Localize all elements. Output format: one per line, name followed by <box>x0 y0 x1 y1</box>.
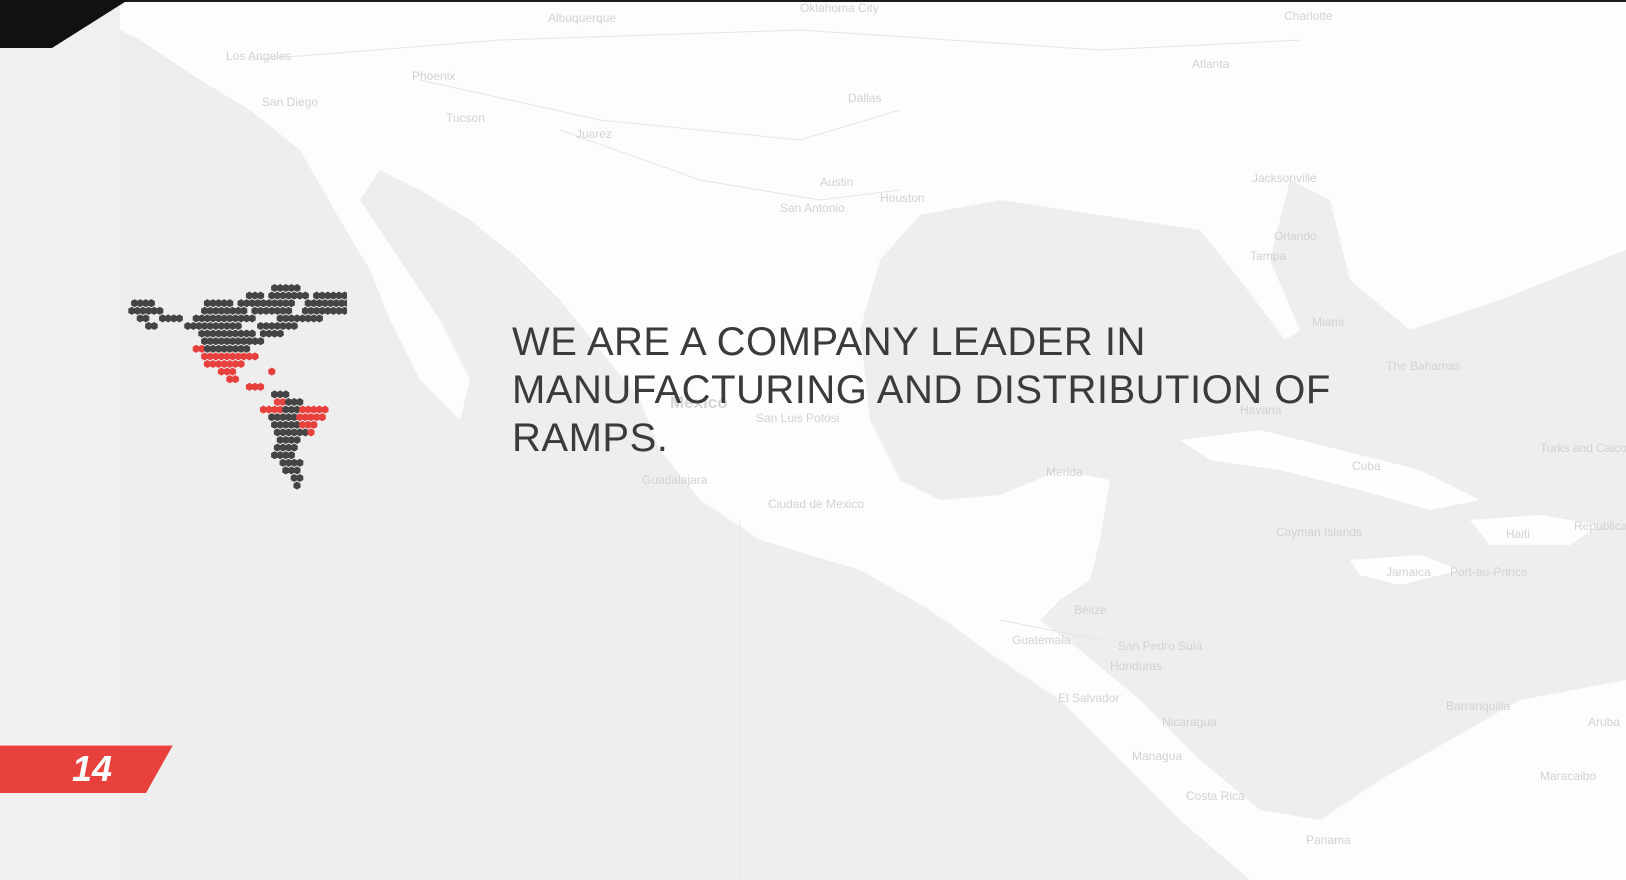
hex-cell-dark <box>341 306 347 315</box>
map-label: Jamaica <box>1386 565 1431 579</box>
hex-cell-dark <box>293 435 301 445</box>
map-label: Turks and Caicos Islands <box>1540 441 1626 455</box>
map-label: Dallas <box>848 91 882 105</box>
hex-cell-dark <box>290 443 298 452</box>
hex-cell-red <box>321 405 329 414</box>
hex-cell-red <box>310 420 318 429</box>
map-label: Honduras <box>1110 659 1163 673</box>
hex-cell-dark <box>287 451 295 460</box>
map-label: Austin <box>820 175 854 189</box>
hex-cell-red <box>231 375 239 384</box>
hex-cell-red <box>257 382 265 391</box>
hex-cell-dark <box>257 337 265 346</box>
hex-cell-red <box>318 413 326 422</box>
map-label: Los Angeles <box>226 49 292 63</box>
hex-cell-dark <box>243 344 251 353</box>
map-label: Costa Rica <box>1186 789 1245 803</box>
map-label: Haiti <box>1506 527 1531 541</box>
hex-cell-dark <box>293 466 301 475</box>
map-label: Charlotte <box>1284 9 1333 23</box>
map-label: Houston <box>880 191 925 205</box>
map-label: Phoenix <box>412 69 456 83</box>
map-label: Albuquerque <box>548 11 617 25</box>
map-label: Merida <box>1046 465 1083 479</box>
map-label: Barranquilla <box>1446 699 1511 713</box>
map-label: Oklahoma City <box>800 1 879 15</box>
hex-cell-dark <box>257 291 265 300</box>
hex-cell-dark <box>150 321 158 331</box>
hex-cell-dark <box>293 283 301 293</box>
hex-cell-dark <box>248 329 256 338</box>
hex-cell-dark <box>282 390 290 399</box>
hex-cell-dark <box>248 314 256 323</box>
map-label: Nicaragua <box>1162 715 1217 729</box>
map-label: Orlando <box>1274 229 1317 243</box>
hex-cell-red <box>229 367 237 376</box>
map-label: San Diego <box>262 95 319 109</box>
page-number: 14 <box>72 748 113 789</box>
map-label: Port-au-Prince <box>1450 565 1528 579</box>
map-label: Belize <box>1074 603 1107 617</box>
hex-cell-dark <box>296 458 304 467</box>
hex-cell-dark <box>147 299 155 308</box>
hex-cell-dark <box>296 397 304 407</box>
hex-cell-dark <box>175 314 183 323</box>
map-label: Guadalajara <box>642 473 708 487</box>
map-label: Juarez <box>576 127 613 141</box>
hex-cell-dark <box>287 299 295 308</box>
map-label: Managua <box>1132 749 1183 763</box>
map-label: Tampa <box>1250 249 1287 263</box>
map-label: Ciudad de Mexico <box>768 497 865 511</box>
hex-cell-red <box>251 352 259 361</box>
map-label: Tucson <box>446 111 485 125</box>
hex-cell-red <box>237 359 245 369</box>
map-label: Atlanta <box>1192 57 1230 71</box>
hex-cell-dark <box>142 314 150 323</box>
hex-cell-dark <box>234 321 242 331</box>
map-label: Panama <box>1306 833 1351 847</box>
hex-cell-dark <box>293 481 301 490</box>
corner-decoration <box>0 0 128 48</box>
map-label: El Salvador <box>1058 691 1120 705</box>
headline: WE ARE A COMPANY LEADER IN MANUFACTURING… <box>512 320 1331 460</box>
hex-cell-dark <box>341 291 347 300</box>
hex-cell-dark <box>290 321 298 331</box>
map-label: San Antonio <box>780 201 845 215</box>
map-label: Maracaibo <box>1540 769 1597 783</box>
hex-cell-dark <box>296 473 304 483</box>
map-label: Jacksonville <box>1252 171 1317 185</box>
hex-cell-dark <box>226 299 234 308</box>
map-label: San Pedro Sula <box>1118 639 1203 653</box>
map-label: Republica Dominicana <box>1574 519 1626 533</box>
map-label: Aruba <box>1588 715 1621 729</box>
hex-cell-dark <box>315 314 323 323</box>
americas-hex-map-icon <box>128 283 347 490</box>
map-label: Cayman Islands <box>1276 525 1363 539</box>
hex-cell-dark <box>240 306 248 315</box>
hex-cell-red <box>307 428 315 437</box>
hex-cell-dark <box>301 291 309 300</box>
hex-cell-dark <box>276 329 284 338</box>
hex-cell-dark <box>285 306 293 315</box>
top-rule <box>0 0 1626 2</box>
map-label: Guatemala <box>1012 633 1071 647</box>
hex-cell-dark <box>343 299 347 308</box>
hex-cell-red <box>268 367 276 376</box>
hex-cell-dark <box>156 306 164 315</box>
